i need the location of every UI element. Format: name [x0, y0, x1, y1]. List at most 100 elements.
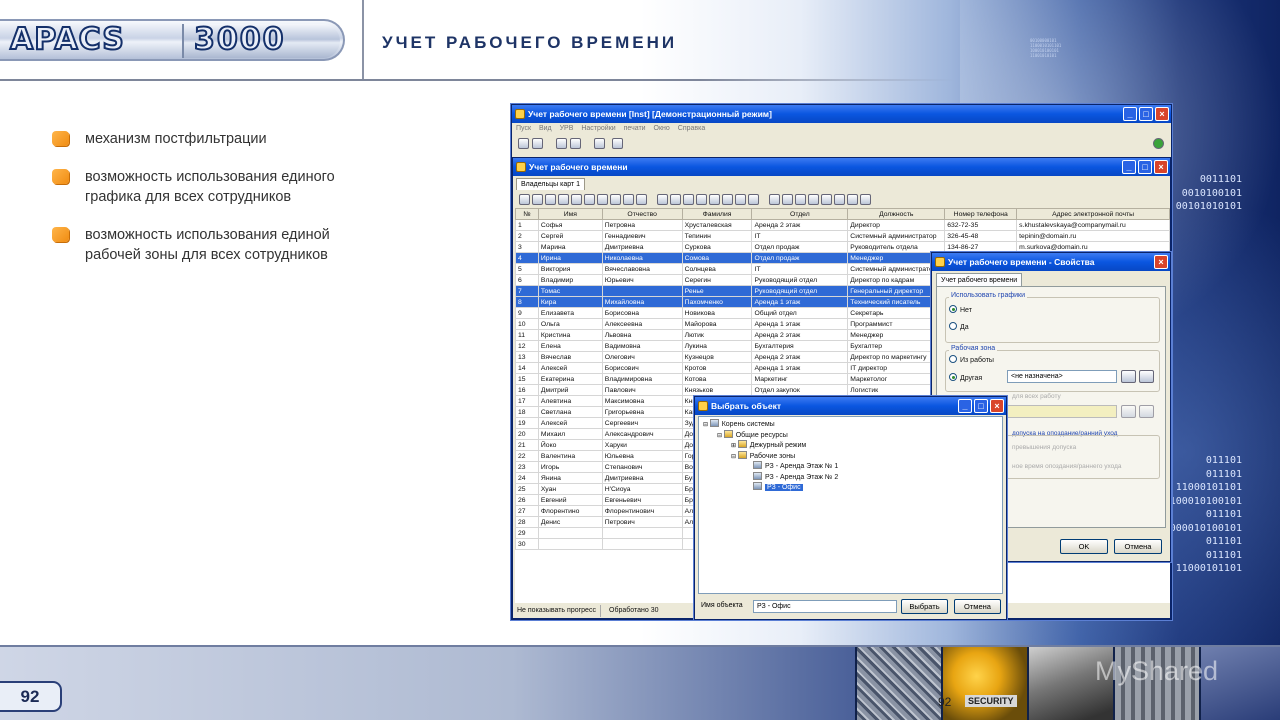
column-header[interactable]: Отчество: [601, 208, 683, 220]
cancel-button[interactable]: Отмена: [1114, 539, 1162, 554]
delete-icon[interactable]: [612, 138, 623, 149]
toolbar-icon[interactable]: [821, 194, 832, 205]
menu-item[interactable]: Настройки печати: [581, 125, 645, 132]
tree-node-duty[interactable]: ⊞ Дежурный режим: [731, 440, 816, 451]
toolbar-icon[interactable]: [571, 194, 582, 205]
menu-item[interactable]: Вид: [539, 125, 552, 132]
table-cell: 27: [515, 505, 539, 517]
edit-icon[interactable]: [1139, 370, 1154, 383]
toolbar-icon[interactable]: [623, 194, 634, 205]
toolbar-icon[interactable]: [532, 194, 543, 205]
toolbar-icon[interactable]: [709, 194, 720, 205]
toolbar-icon[interactable]: [860, 194, 871, 205]
table-cell: 24: [515, 472, 539, 484]
ok-button[interactable]: OK: [1060, 539, 1108, 554]
radio-yes[interactable]: Да: [949, 322, 969, 331]
column-header[interactable]: Должность: [847, 208, 946, 220]
tree-node-zone-2[interactable]: РЗ - Аренда Этаж № 2: [753, 471, 838, 483]
menu-item[interactable]: Пуск: [516, 125, 531, 132]
close-button[interactable]: ×: [1155, 107, 1169, 121]
radio-selected-icon: [949, 373, 957, 381]
tree-node-shared[interactable]: ⊟ Общие ресурсы: [717, 429, 802, 441]
toolbar-icon[interactable]: [847, 194, 858, 205]
toolbar-icon[interactable]: [610, 194, 621, 205]
table-cell: 23: [515, 461, 539, 473]
column-header[interactable]: Имя: [537, 208, 603, 220]
minimize-button[interactable]: _: [1122, 160, 1136, 174]
table-cell: Ренье: [681, 285, 753, 297]
table-cell: Дмитрий: [537, 384, 603, 396]
table-row[interactable]: 3 Марина Дмитриевна Суркова Отдел продаж Руко…: [515, 241, 1170, 253]
toolbar-icon[interactable]: [558, 194, 569, 205]
disconnect-icon[interactable]: [532, 138, 543, 149]
bullet-text: возможность использования единой рабочей…: [85, 227, 330, 263]
table-cell: Евгеньевич: [601, 494, 683, 506]
toolbar-icon[interactable]: [808, 194, 819, 205]
table-cell: 12: [515, 340, 539, 352]
tree-node-zone-1[interactable]: РЗ - Аренда Этаж № 1: [753, 461, 838, 472]
maximize-button[interactable]: □: [1138, 160, 1152, 174]
toolbar-icon[interactable]: [782, 194, 793, 205]
preview-icon[interactable]: [570, 138, 581, 149]
menu-bar: Пуск Вид УРВ Настройки печати Окно Справ…: [516, 125, 705, 132]
zone-field[interactable]: <не назначена>: [1007, 370, 1117, 383]
toolbar-icon[interactable]: [795, 194, 806, 205]
table-cell: Денис: [537, 516, 603, 528]
toolbar-icon[interactable]: [657, 194, 668, 205]
tree-node-root[interactable]: ⊟ Корень системы: [703, 419, 788, 430]
close-button[interactable]: ×: [1154, 255, 1168, 269]
table-cell: Алексей: [537, 362, 603, 374]
column-header[interactable]: Номер телефона: [944, 208, 1018, 220]
close-button[interactable]: ×: [1154, 160, 1168, 174]
toolbar-icon[interactable]: [748, 194, 759, 205]
print-icon[interactable]: [556, 138, 567, 149]
close-button[interactable]: ×: [990, 399, 1004, 413]
toolbar-icon[interactable]: [636, 194, 647, 205]
toolbar-icon[interactable]: [519, 194, 530, 205]
toolbar-icon[interactable]: [545, 194, 556, 205]
maximize-button[interactable]: □: [974, 399, 988, 413]
toolbar-icon[interactable]: [834, 194, 845, 205]
toolbar-icon[interactable]: [722, 194, 733, 205]
table-cell: Екатерина: [537, 373, 603, 385]
column-header[interactable]: Отдел: [751, 208, 849, 220]
tab-card-owners[interactable]: Владельцы карт 1: [516, 178, 586, 190]
table-cell: 22: [515, 450, 539, 462]
maximize-button[interactable]: □: [1139, 107, 1153, 121]
toolbar-icon[interactable]: [670, 194, 681, 205]
toolbar-icon[interactable]: [696, 194, 707, 205]
select-button[interactable]: Выбрать: [901, 599, 948, 614]
table-row[interactable]: 2 Сергей Геннадиевич Тепинин IT Системный адм…: [515, 230, 1170, 242]
table-cell: 26: [515, 494, 539, 506]
table-cell: 17: [515, 395, 539, 407]
table-cell: Системный администратор: [847, 230, 946, 242]
table-cell: 29: [515, 527, 539, 539]
toolbar-icon[interactable]: [735, 194, 746, 205]
table-row[interactable]: 1 Софья Петровна Хрусталевская Аренда 2 этаж…: [515, 219, 1170, 231]
menu-item[interactable]: Окно: [654, 125, 670, 132]
toolbar-icon[interactable]: [769, 194, 780, 205]
minimize-button[interactable]: _: [958, 399, 972, 413]
radio-no[interactable]: Нет: [949, 305, 972, 314]
menu-item[interactable]: Справка: [678, 125, 705, 132]
radio-other[interactable]: Другая: [949, 373, 982, 382]
toolbar-icon[interactable]: [584, 194, 595, 205]
table-cell: Олегович: [601, 351, 683, 363]
list-icon[interactable]: [594, 138, 605, 149]
column-header[interactable]: №: [515, 208, 539, 220]
column-header[interactable]: Адрес электронной почты: [1016, 208, 1170, 220]
menu-item[interactable]: УРВ: [560, 125, 574, 132]
tree-node-office[interactable]: РЗ - Офис: [753, 482, 838, 493]
page-number-small: 92: [938, 695, 952, 709]
connect-icon[interactable]: [518, 138, 529, 149]
radio-from-work[interactable]: Из работы: [949, 355, 994, 364]
object-name-field[interactable]: РЗ - Офис: [753, 600, 897, 613]
binoculars-icon[interactable]: [1121, 370, 1136, 383]
column-header[interactable]: Фамилия: [681, 208, 753, 220]
toolbar-icon[interactable]: [683, 194, 694, 205]
tab-work-time[interactable]: Учет рабочего времени: [936, 273, 1023, 286]
cancel-button[interactable]: Отмена: [954, 599, 1001, 614]
tree-node-zones[interactable]: ⊟ Рабочие зоны: [731, 450, 816, 462]
toolbar-icon[interactable]: [597, 194, 608, 205]
minimize-button[interactable]: _: [1123, 107, 1137, 121]
